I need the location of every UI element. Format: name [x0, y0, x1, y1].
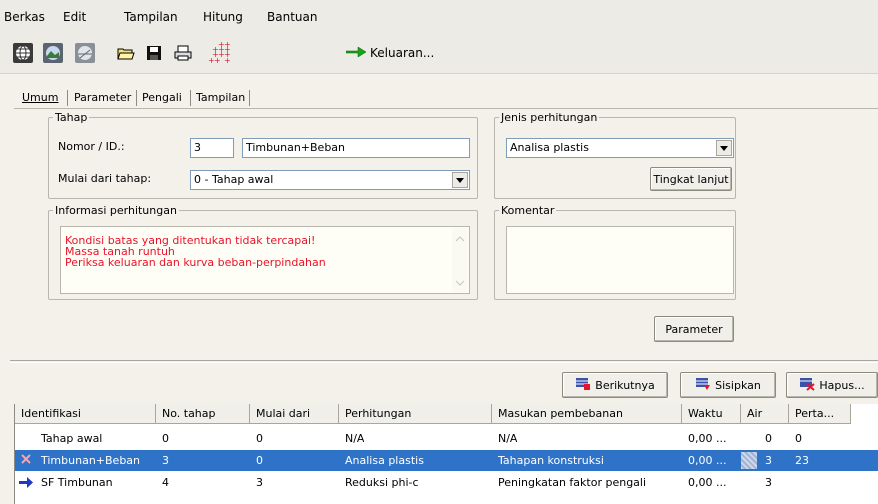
- menu-edit[interactable]: Edit: [63, 10, 86, 24]
- cell-perta: 0: [795, 432, 802, 445]
- next-button[interactable]: Berikutnya: [562, 372, 668, 398]
- output-label: Keluaran...: [370, 46, 435, 60]
- tab-umum-label: Umum: [22, 91, 59, 104]
- tahap-legend: Tahap: [55, 111, 88, 124]
- komentar-field[interactable]: [506, 226, 734, 294]
- chevron-down-icon[interactable]: [452, 172, 468, 188]
- cell-pembebanan: N/A: [498, 432, 518, 445]
- next-label: Berikutnya: [595, 378, 655, 392]
- open-folder-icon[interactable]: [113, 40, 139, 66]
- advanced-button[interactable]: Tingkat lanjut: [650, 167, 732, 191]
- output-button[interactable]: Keluaran...: [345, 46, 435, 60]
- cell-air: 3: [765, 476, 772, 489]
- print-icon[interactable]: [170, 40, 196, 66]
- delete-icon: [799, 377, 816, 394]
- next-icon: [575, 377, 591, 394]
- cell-mulai: 0: [256, 454, 263, 467]
- cell-waktu: 0,00 ...: [688, 454, 727, 467]
- column-header[interactable]: Air: [741, 404, 789, 424]
- column-header[interactable]: Masukan pembebanan: [492, 404, 682, 424]
- cell-identifikasi: Timbunan+Beban: [41, 454, 141, 467]
- cell-perta: 23: [795, 454, 809, 467]
- cell-perhitungan: Reduksi phi-c: [345, 476, 419, 489]
- air-indicator: [741, 452, 757, 469]
- select-points-icon[interactable]: + + + + + + + + + + +: [205, 40, 235, 66]
- table-row[interactable]: Tahap awal 0 0 N/A N/A 0,00 ... 0 0: [15, 428, 878, 449]
- svg-text:+: +: [224, 56, 231, 65]
- column-header[interactable]: Identifikasi: [15, 404, 156, 424]
- cell-mulai: 0: [256, 432, 263, 445]
- info-line: Periksa keluaran dan kurva beban-perpind…: [65, 256, 326, 269]
- globe-picture-icon[interactable]: [40, 40, 66, 66]
- cell-air: 0: [765, 432, 772, 445]
- nomor-field[interactable]: 3: [190, 138, 234, 158]
- cell-no-tahap: 4: [162, 476, 169, 489]
- cell-air: 3: [765, 454, 772, 467]
- mulai-value: 0 - Tahap awal: [194, 173, 274, 186]
- cell-perta: [789, 472, 795, 493]
- insert-button[interactable]: Sisipkan: [680, 372, 776, 398]
- menu-bar: Berkas Edit Tampilan Hitung Bantuan: [0, 0, 878, 34]
- menu-berkas[interactable]: Berkas: [4, 10, 45, 24]
- phases-table: Identifikasi No. tahap Mulai dari Perhit…: [14, 404, 878, 504]
- mulai-label: Mulai dari tahap:: [58, 172, 152, 185]
- cell-waktu: 0,00 ...: [688, 432, 727, 445]
- tab-pengali[interactable]: Pengali: [138, 88, 186, 108]
- cell-no-tahap: 0: [162, 432, 169, 445]
- chevron-down-icon[interactable]: [716, 140, 732, 156]
- insert-icon: [695, 377, 711, 394]
- toolbar: + + + + + + + + + + + Keluaran...: [0, 34, 878, 74]
- column-header[interactable]: Mulai dari: [250, 404, 339, 424]
- menu-bantuan[interactable]: Bantuan: [267, 10, 317, 24]
- column-header[interactable]: Waktu: [682, 404, 741, 424]
- jenis-value: Analisa plastis: [510, 141, 589, 154]
- id-field[interactable]: Timbunan+Beban: [242, 138, 470, 158]
- cell-identifikasi: Tahap awal: [41, 432, 103, 445]
- arrow-icon: [19, 477, 33, 491]
- column-header[interactable]: No. tahap: [156, 404, 250, 424]
- cell-no-tahap: 3: [162, 454, 169, 467]
- cell-waktu: 0,00 ...: [688, 476, 727, 489]
- cell-perhitungan: N/A: [345, 432, 365, 445]
- tab-umum[interactable]: Umum: [18, 88, 63, 108]
- tab-tampilan[interactable]: Tampilan: [192, 88, 249, 108]
- tab-parameter[interactable]: Parameter: [70, 88, 135, 108]
- globe-mesh-icon[interactable]: [72, 40, 98, 66]
- column-header[interactable]: Perta...: [789, 404, 851, 424]
- menu-tampilan[interactable]: Tampilan: [124, 10, 178, 24]
- parameter-button[interactable]: Parameter: [654, 316, 734, 342]
- cell-mulai: 3: [256, 476, 263, 489]
- info-legend: Informasi perhitungan: [55, 204, 177, 217]
- nomor-label: Nomor / ID.:: [58, 140, 125, 153]
- delete-label: Hapus...: [819, 378, 865, 392]
- delete-button[interactable]: Hapus...: [786, 372, 878, 398]
- jenis-dropdown[interactable]: Analisa plastis: [506, 138, 734, 158]
- komentar-legend: Komentar: [501, 204, 555, 217]
- save-icon[interactable]: [141, 40, 167, 66]
- cell-pembebanan: Tahapan konstruksi: [498, 454, 604, 467]
- insert-label: Sisipkan: [715, 378, 761, 392]
- green-arrow-icon: [345, 46, 367, 60]
- divider: [10, 360, 878, 363]
- cell-perhitungan: Analisa plastis: [345, 454, 424, 467]
- mulai-dropdown[interactable]: 0 - Tahap awal: [190, 170, 470, 190]
- cell-pembebanan: Peningkatan faktor pengali: [498, 476, 647, 489]
- svg-text:+: +: [214, 56, 221, 65]
- table-row-selected[interactable]: Timbunan+Beban 3 0 Analisa plastis Tahap…: [15, 450, 878, 471]
- info-messages[interactable]: Kondisi batas yang ditentukan tidak terc…: [60, 226, 470, 294]
- globe-icon[interactable]: [10, 40, 36, 66]
- scrollbar[interactable]: [452, 228, 468, 292]
- jenis-legend: Jenis perhitungan: [501, 111, 598, 124]
- cell-identifikasi: SF Timbunan: [41, 476, 113, 489]
- column-header[interactable]: Perhitungan: [339, 404, 492, 424]
- menu-hitung[interactable]: Hitung: [203, 10, 243, 24]
- x-icon: [20, 453, 32, 468]
- table-row[interactable]: SF Timbunan 4 3 Reduksi phi-c Peningkata…: [15, 472, 878, 493]
